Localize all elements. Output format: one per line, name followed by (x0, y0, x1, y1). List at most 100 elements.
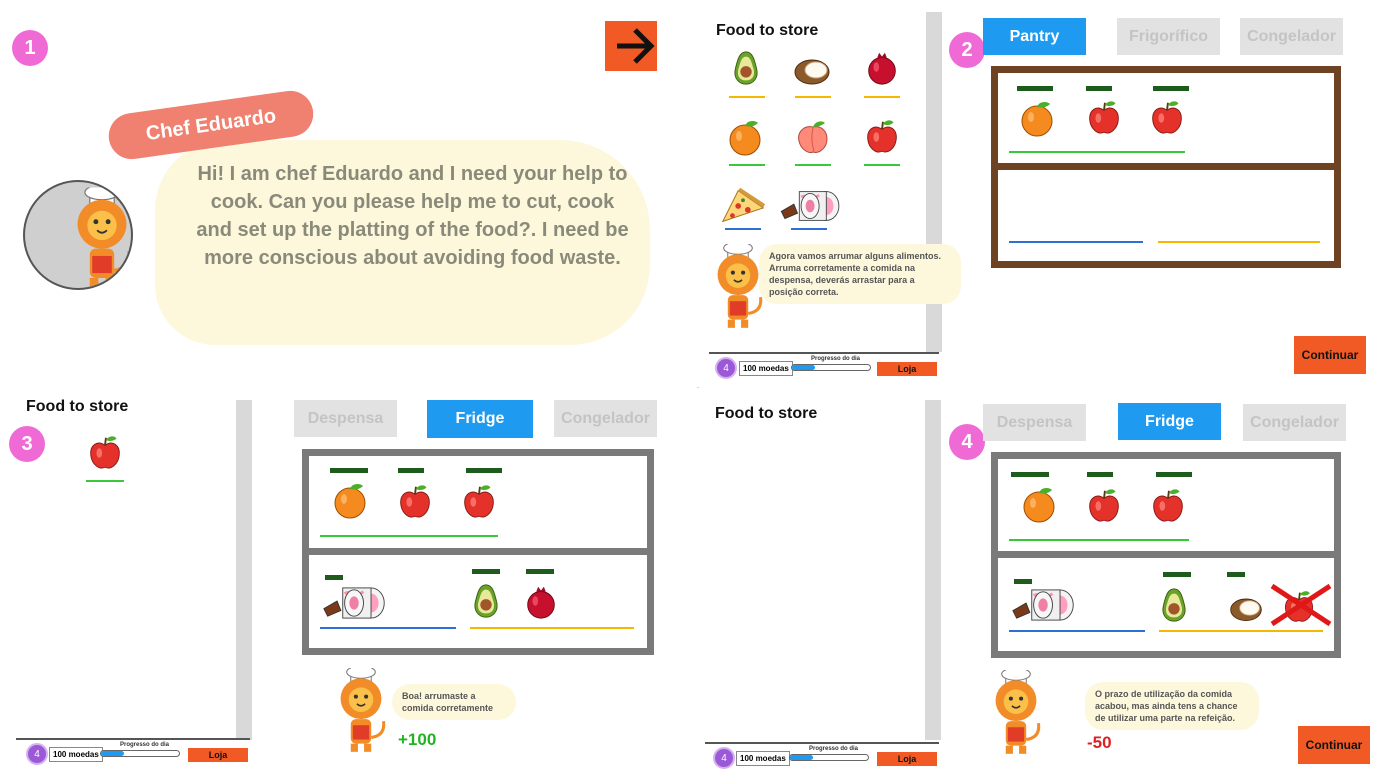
peach-icon[interactable] (793, 116, 833, 158)
inventory-scrollbar[interactable] (925, 400, 941, 740)
continue-button[interactable]: Continuar (1298, 726, 1370, 764)
tab-despensa[interactable]: Despensa (294, 400, 397, 437)
freshness-marker (1087, 472, 1113, 477)
panel-step-4: Food to store 4 100 moedas Progresso do … (689, 388, 1378, 775)
sushi-roll-icon[interactable] (1011, 586, 1077, 624)
apple-icon[interactable] (1148, 98, 1186, 138)
freshness-marker (1014, 579, 1032, 584)
tab-despensa[interactable]: Despensa (983, 404, 1086, 441)
shop-button[interactable]: Loja (877, 362, 937, 376)
item-underline (864, 96, 900, 98)
freshness-marker (1017, 86, 1053, 91)
item-underline (729, 96, 765, 98)
avocado-icon[interactable] (467, 580, 505, 622)
score-gain: +100 (398, 730, 437, 749)
intro-message: Hi! I am chef Eduardo and I need your he… (196, 163, 629, 269)
freshness-marker (1163, 572, 1191, 577)
tab-fridge[interactable]: Fridge (1118, 403, 1221, 440)
tab-congelador[interactable]: Congelador (1243, 404, 1346, 441)
orange-icon[interactable] (330, 478, 370, 522)
orange-icon[interactable] (1019, 482, 1059, 526)
shop-button[interactable]: Loja (188, 748, 248, 762)
orange-icon[interactable] (725, 115, 765, 159)
item-underline (795, 96, 831, 98)
cross-icon (1270, 583, 1332, 627)
inventory-scrollbar[interactable] (236, 400, 252, 740)
freshness-marker (526, 569, 554, 574)
avocado-icon[interactable] (1155, 584, 1193, 626)
tab-congelador[interactable]: Congelador (554, 400, 657, 437)
bottom-shelf-line-right (1158, 241, 1320, 243)
coconut-icon[interactable] (1225, 590, 1267, 626)
apple-icon[interactable] (1149, 486, 1187, 526)
item-underline (729, 164, 765, 166)
progress-fill (790, 755, 814, 760)
progress-bar (791, 364, 871, 371)
freshness-marker (1156, 472, 1192, 477)
freshness-marker (1011, 472, 1049, 477)
step-badge-1: 1 (12, 30, 48, 66)
item-underline (791, 228, 827, 230)
item-underline (725, 228, 761, 230)
progress-fill (101, 751, 125, 756)
freshness-marker (1153, 86, 1189, 91)
chef-warning-bubble: O prazo de utilização da comida acabou, … (1085, 682, 1259, 730)
step-badge-2: 2 (949, 32, 985, 68)
shelf-divider (998, 163, 1334, 170)
tab-frigorifico[interactable]: Frigorífico (1117, 18, 1220, 55)
freshness-marker (325, 575, 343, 580)
bottom-shelf-line-left (1009, 630, 1145, 632)
top-shelf-line (1009, 539, 1189, 541)
freshness-marker (1227, 572, 1245, 577)
apple-icon[interactable] (86, 433, 124, 473)
apple-icon[interactable] (1085, 486, 1123, 526)
tab-fridge[interactable]: Fridge (427, 400, 533, 438)
step-badge-3: 3 (9, 426, 45, 462)
orange-icon[interactable] (1017, 96, 1057, 140)
sushi-roll-icon[interactable] (322, 584, 388, 622)
progress-fill (792, 365, 816, 370)
freshness-marker (472, 569, 500, 574)
arrow-right-icon (617, 28, 655, 64)
progress-label: Progresso do dia (809, 746, 859, 752)
pomegranate-icon[interactable] (522, 580, 560, 622)
progress-bar (789, 754, 869, 761)
chef-lion-icon (330, 668, 392, 760)
tab-congelador[interactable]: Congelador (1240, 18, 1343, 55)
coin-icon: 4 (715, 357, 737, 379)
coins-count: 100 moedas (739, 361, 793, 376)
coconut-icon[interactable] (791, 50, 833, 90)
sushi-roll-icon[interactable] (779, 188, 843, 224)
chef-lion-icon (25, 182, 133, 290)
apple-icon[interactable] (863, 117, 901, 157)
shop-button[interactable]: Loja (877, 752, 937, 766)
top-shelf-line (320, 535, 498, 537)
food-to-store-title: Food to store (716, 22, 819, 39)
status-bar: 4 100 moedas Progresso do dia Loja (16, 738, 250, 766)
apple-icon[interactable] (460, 482, 498, 522)
freshness-marker (330, 468, 368, 473)
tab-pantry[interactable]: Pantry (983, 18, 1086, 55)
next-button[interactable] (605, 21, 657, 71)
pomegranate-icon[interactable] (863, 46, 901, 88)
continue-button[interactable]: Continuar (1294, 336, 1366, 374)
coin-icon: 4 (713, 747, 735, 769)
item-underline (864, 164, 900, 166)
apple-icon[interactable] (1085, 98, 1123, 138)
progress-bar (100, 750, 180, 757)
top-shelf-line (1009, 151, 1185, 153)
freshness-marker (466, 468, 502, 473)
food-to-store-title: Food to store (26, 398, 129, 415)
panel-step-2: Food to store Agora vamos arrumar alguns… (689, 0, 1378, 387)
panel-step-3: Food to store 3 4 100 moedas Progresso d… (0, 388, 689, 775)
apple-icon[interactable] (396, 482, 434, 522)
item-underline (86, 480, 124, 482)
freshness-marker (1086, 86, 1112, 91)
food-to-store-title: Food to store (715, 405, 818, 422)
score-loss: -50 (1087, 733, 1112, 752)
item-underline (795, 164, 831, 166)
avocado-icon[interactable] (727, 47, 765, 89)
pizza-icon[interactable] (719, 186, 767, 226)
chef-lion-icon (985, 670, 1047, 762)
coin-icon: 4 (26, 743, 48, 765)
